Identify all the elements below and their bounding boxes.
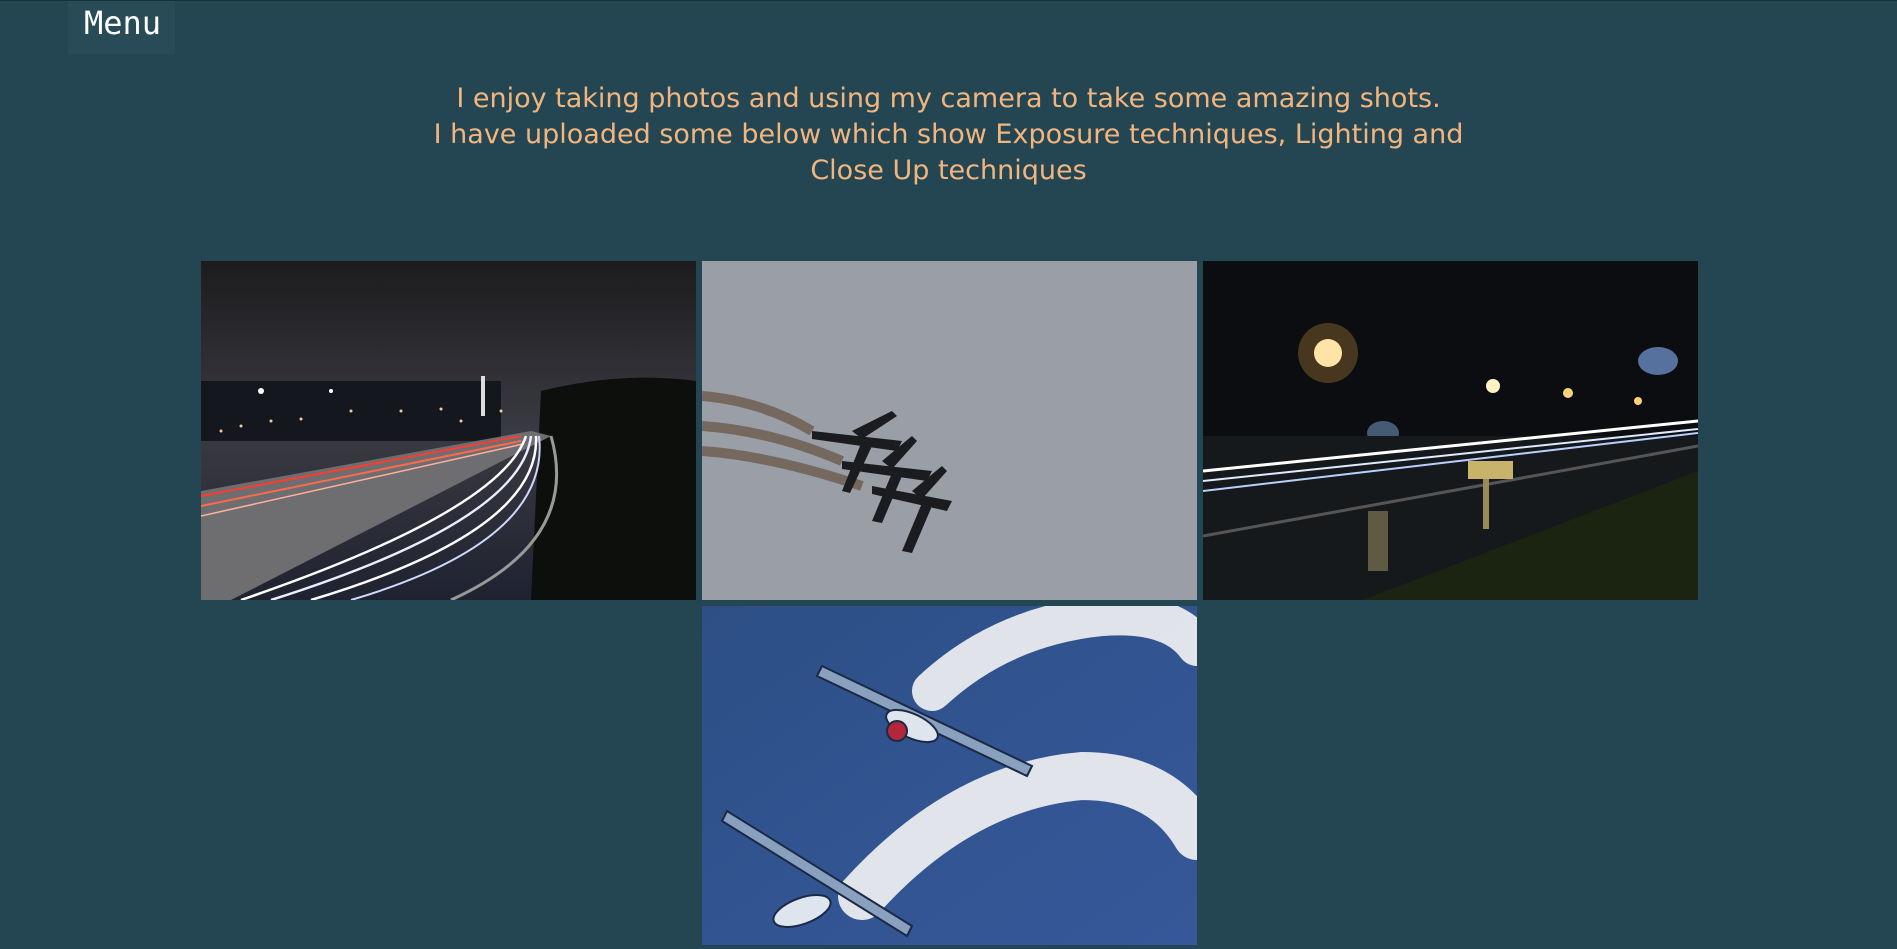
- photo-night-road[interactable]: [1203, 261, 1698, 600]
- night-highway-image: [201, 261, 696, 600]
- aerobatic-planes-image: [702, 606, 1197, 945]
- menu-button[interactable]: Menu: [68, 1, 175, 54]
- photo-planes-smoke[interactable]: [702, 261, 1197, 600]
- intro-line-1: I enjoy taking photos and using my camer…: [456, 83, 1441, 114]
- intro-line-3: Close Up techniques: [810, 155, 1087, 186]
- page: Menu I enjoy taking photos and using my …: [0, 0, 1897, 949]
- photo-aerobatic-planes[interactable]: [702, 606, 1197, 945]
- intro-text: I enjoy taking photos and using my camer…: [0, 81, 1897, 189]
- intro-line-2: I have uploaded some below which show Ex…: [433, 119, 1464, 150]
- night-road-image: [1203, 261, 1698, 600]
- planes-smoke-image: [702, 261, 1197, 600]
- photo-night-highway[interactable]: [201, 261, 696, 600]
